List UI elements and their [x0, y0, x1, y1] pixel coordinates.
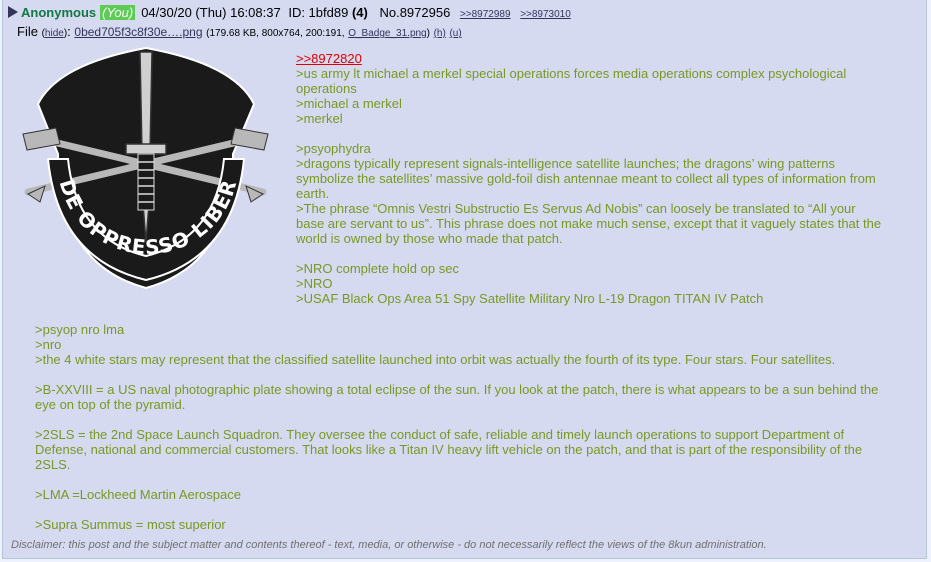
badge-thumbnail[interactable]: DE OPPRESSO LIBER — [18, 44, 273, 290]
original-filename-link[interactable]: O_Badge_31.png — [348, 28, 426, 39]
poster-id[interactable]: ID: 1bfd89 — [288, 5, 348, 20]
you-tag: (You) — [100, 5, 136, 20]
file-meta: (179.68 KB, 800x764, 200:191, — [206, 28, 345, 39]
greentext-line: >nro — [35, 337, 62, 352]
post-intro: Anonymous (You) 04/30/20 (Thu) 16:08:37 ID… — [8, 5, 571, 23]
greentext-line: >dragons typically represent signals-int… — [296, 156, 876, 201]
post-date: 04/30/20 (Thu) 16:08:37 — [141, 5, 281, 20]
greentext-line: >USAF Black Ops Area 51 Spy Satellite Mi… — [296, 291, 764, 306]
greentext-line: >Supra Summus = most superior — [35, 517, 226, 532]
greentext-line: >the 4 white stars may represent that th… — [35, 352, 836, 367]
hash-link[interactable]: (h) — [434, 28, 446, 39]
collapse-triangle-icon[interactable] — [8, 6, 18, 18]
greentext-line: >The phrase “Omnis Vestri Substructio Es… — [296, 201, 882, 246]
backlink[interactable]: >>8973010 — [520, 9, 571, 20]
greentext-line: >merkel — [296, 111, 343, 126]
file-label: File — [17, 24, 38, 39]
greentext-line: >B-XXVIII = a US naval photographic plat… — [35, 382, 879, 412]
greentext-line: >psyop nro lma — [35, 322, 125, 337]
post-body-top: >>8972820 >us army lt michael a merkel s… — [296, 51, 886, 306]
backlink[interactable]: >>8972989 — [460, 9, 511, 20]
id-post-count: (4) — [351, 5, 368, 20]
greentext-line: >michael a merkel — [296, 96, 402, 111]
post-body-bottom: >psyop nro lma >nro >the 4 white stars m… — [35, 322, 895, 532]
greentext-line: >psyophydra — [296, 141, 371, 156]
unix-link[interactable]: (u) — [449, 28, 461, 39]
greentext-line: >2SLS = the 2nd Space Launch Squadron. T… — [35, 427, 863, 472]
greentext-line: >NRO complete hold op sec — [296, 261, 459, 276]
file-info: File (hide): 0bed705f3c8f30e….png (179.6… — [17, 24, 462, 39]
post: Anonymous (You) 04/30/20 (Thu) 16:08:37 ID… — [2, 0, 927, 559]
file-name-link[interactable]: 0bed705f3c8f30e….png — [74, 25, 202, 39]
greentext-line: >LMA =Lockheed Martin Aerospace — [35, 487, 241, 502]
disclaimer: Disclaimer: this post and the subject ma… — [11, 539, 767, 551]
post-number-link[interactable]: No.8972956 — [379, 5, 450, 20]
greentext-line: >us army lt michael a merkel special ope… — [296, 66, 847, 96]
greentext-line: >NRO — [296, 276, 333, 291]
quote-link[interactable]: >>8972820 — [296, 51, 362, 66]
hide-file-link[interactable]: hide — [45, 28, 64, 39]
poster-name: Anonymous — [21, 5, 97, 20]
